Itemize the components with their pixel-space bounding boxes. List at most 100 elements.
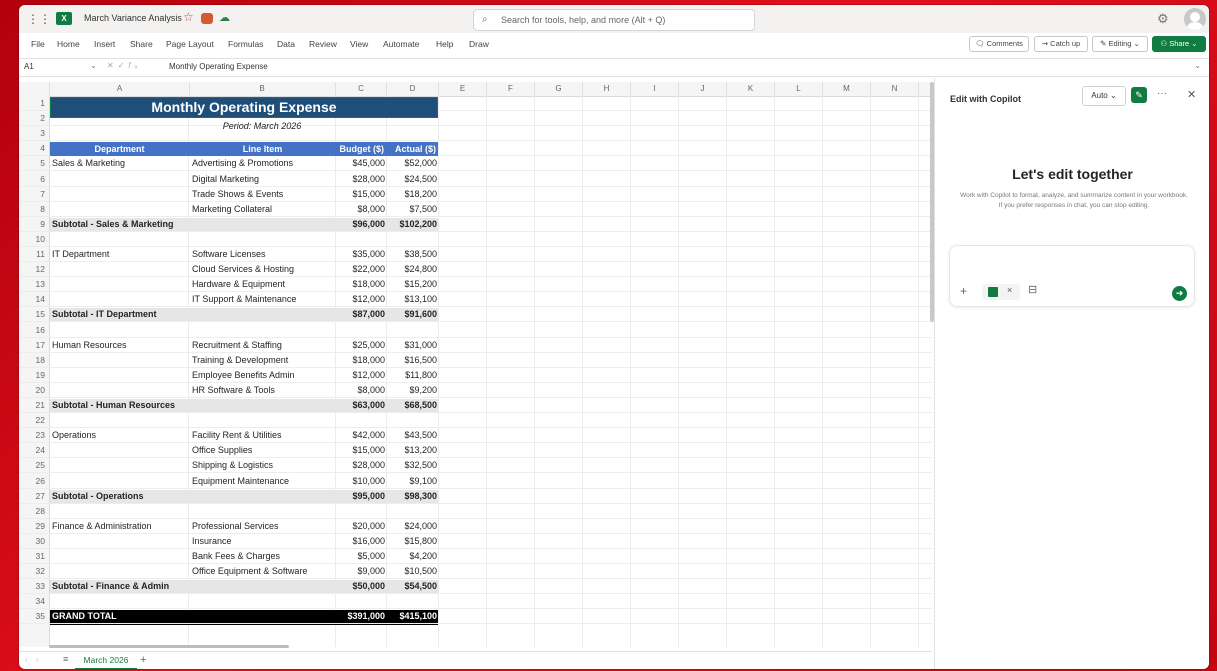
catchup-button[interactable]: ⇝ Catch up [1034, 36, 1088, 52]
row-number[interactable]: 13 [19, 277, 49, 291]
cell-c[interactable]: $15,000 [336, 187, 387, 201]
row-number[interactable]: 28 [19, 504, 49, 518]
sheet-tab-march[interactable]: March 2026 [75, 652, 137, 669]
cell-b[interactable] [189, 398, 338, 412]
formula-input[interactable]: Monthly Operating Expense [169, 62, 268, 71]
cell-c[interactable]: $9,000 [336, 564, 387, 578]
cell-b[interactable]: Insurance [189, 534, 338, 548]
cell-d[interactable]: $415,100 [387, 609, 439, 623]
cell-d[interactable]: $38,500 [387, 247, 439, 261]
menu-home[interactable]: Home [57, 39, 80, 49]
row-number[interactable]: 7 [19, 187, 49, 201]
row-number[interactable]: 19 [19, 368, 49, 382]
column-header-e[interactable]: E [439, 82, 487, 96]
row-number[interactable]: 9 [19, 217, 49, 231]
cell-a[interactable]: Subtotal - Operations [50, 489, 190, 503]
cell-a[interactable] [50, 443, 190, 457]
remove-chip-icon[interactable]: × [1007, 285, 1012, 295]
cell-b[interactable] [189, 504, 338, 518]
cell-a[interactable] [50, 458, 190, 472]
cell-c[interactable]: $12,000 [336, 292, 387, 306]
share-status-icon[interactable] [201, 13, 213, 24]
menu-draw[interactable]: Draw [469, 39, 489, 49]
cell-c[interactable]: $95,000 [336, 489, 387, 503]
cell-a[interactable]: Subtotal - IT Department [50, 307, 190, 321]
cell-d[interactable]: $18,200 [387, 187, 439, 201]
cell-a[interactable] [50, 323, 190, 337]
cell-a[interactable] [50, 474, 190, 488]
row-number[interactable]: 32 [19, 564, 49, 578]
cell-c[interactable]: $16,000 [336, 534, 387, 548]
row-number[interactable]: 29 [19, 519, 49, 533]
cell-a[interactable] [50, 277, 190, 291]
send-button[interactable]: ➜ [1172, 286, 1187, 301]
cell-d[interactable]: $13,100 [387, 292, 439, 306]
cell-b[interactable] [189, 307, 338, 321]
cell-c[interactable] [336, 413, 387, 427]
cell-d[interactable]: $31,000 [387, 338, 439, 352]
cell-d[interactable]: $15,200 [387, 277, 439, 291]
cell-c[interactable]: $12,000 [336, 368, 387, 382]
cell-b[interactable]: Office Equipment & Software [189, 564, 338, 578]
select-all-corner[interactable] [19, 82, 50, 96]
favorite-star-icon[interactable]: ☆ [183, 10, 194, 24]
cell-a[interactable]: Subtotal - Human Resources [50, 398, 190, 412]
cell-d[interactable]: $54,500 [387, 579, 439, 593]
row-number[interactable]: 3 [19, 126, 49, 140]
row-number[interactable]: 11 [19, 247, 49, 261]
cell-c[interactable]: $8,000 [336, 202, 387, 216]
cell-d[interactable]: $24,000 [387, 519, 439, 533]
cell-a[interactable]: Finance & Administration [50, 519, 190, 533]
period-cell[interactable]: Period: March 2026 [189, 119, 335, 133]
cell-b[interactable] [189, 413, 338, 427]
cell-c[interactable]: $87,000 [336, 307, 387, 321]
row-number[interactable]: 33 [19, 579, 49, 593]
cell-c[interactable]: $391,000 [336, 609, 387, 623]
column-header-d[interactable]: D [387, 82, 439, 96]
all-sheets-menu-icon[interactable]: ≡ [63, 654, 68, 664]
cell-c[interactable]: $63,000 [336, 398, 387, 412]
cell-b[interactable]: Hardware & Equipment [189, 277, 338, 291]
cell-d[interactable]: $4,200 [387, 549, 439, 563]
cell-d[interactable]: $24,800 [387, 262, 439, 276]
cell-b[interactable]: Training & Development [189, 353, 338, 367]
cell-a[interactable] [50, 172, 190, 186]
share-button[interactable]: ⚇ Share ⌄ [1152, 36, 1206, 52]
cell-d[interactable]: $9,200 [387, 383, 439, 397]
row-number[interactable]: 10 [19, 232, 49, 246]
cell-c[interactable]: $15,000 [336, 443, 387, 457]
search-box[interactable]: ⌕ Search for tools, help, and more (Alt … [473, 9, 755, 31]
column-header-k[interactable]: K [727, 82, 775, 96]
cell-b[interactable]: Advertising & Promotions [189, 156, 338, 170]
cell-b[interactable]: Shipping & Logistics [189, 458, 338, 472]
horizontal-scrollbar[interactable] [19, 645, 932, 649]
column-header-l[interactable]: L [775, 82, 823, 96]
copilot-mode-dropdown[interactable]: Auto ⌄ [1082, 86, 1126, 106]
menu-share[interactable]: Share [130, 39, 153, 49]
cell-b[interactable]: HR Software & Tools [189, 383, 338, 397]
cell-a[interactable] [50, 413, 190, 427]
row-number[interactable]: 27 [19, 489, 49, 503]
cell-b[interactable]: Office Supplies [189, 443, 338, 457]
cell-c[interactable]: $25,000 [336, 338, 387, 352]
row-number[interactable]: 23 [19, 428, 49, 442]
cell-a[interactable] [50, 564, 190, 578]
row-number[interactable]: 26 [19, 474, 49, 488]
copilot-prompt-box[interactable]: + × ⊟ ➜ [949, 245, 1195, 307]
column-header-a[interactable]: A [50, 82, 190, 96]
cell-c[interactable]: $42,000 [336, 428, 387, 442]
add-attachment-icon[interactable]: + [960, 284, 967, 298]
expand-formula-chevron-icon[interactable]: ⌄ [1194, 61, 1201, 70]
add-sheet-icon[interactable]: + [140, 654, 146, 666]
cell-b[interactable]: Marketing Collateral [189, 202, 338, 216]
spreadsheet-grid[interactable]: A B C D E F G H I J K L M N 1 2 3 4 5 Sal [19, 82, 932, 647]
avatar[interactable] [1184, 8, 1206, 30]
cell-a[interactable] [50, 594, 190, 608]
menu-data[interactable]: Data [277, 39, 295, 49]
menu-help[interactable]: Help [436, 39, 453, 49]
row-number[interactable]: 17 [19, 338, 49, 352]
cell-b[interactable] [189, 217, 338, 231]
cell-a[interactable]: Human Resources [50, 338, 190, 352]
row-number[interactable]: 6 [19, 172, 49, 186]
row-number[interactable]: 5 [19, 156, 49, 170]
